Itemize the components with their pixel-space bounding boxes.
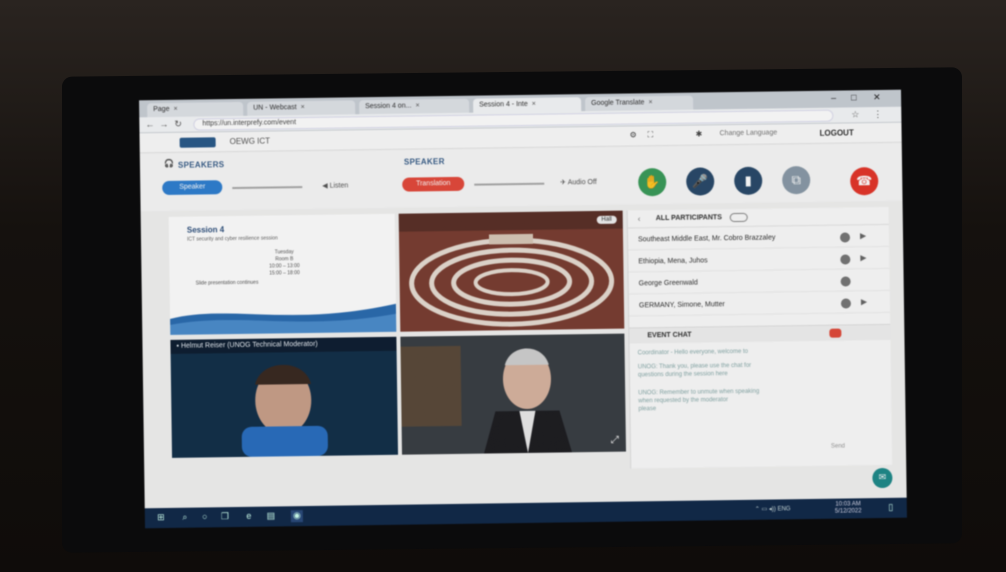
assembly-hall-video: Hall [398, 210, 625, 332]
cortana-icon[interactable]: ○ [199, 511, 211, 523]
event-title: OEWG ICT [229, 136, 271, 147]
folder-icon[interactable]: ▤ [265, 510, 277, 522]
browser-tab[interactable]: UN - Webcast × [247, 100, 356, 116]
chat-bubble-button[interactable]: ✉ [872, 467, 893, 489]
audio-off-button[interactable]: ✈ Audio Off [560, 178, 597, 187]
edge-icon[interactable]: e [243, 511, 255, 523]
chat-header[interactable]: EVENT CHAT [629, 323, 891, 344]
browser-tab[interactable]: Session 4 on... × [359, 98, 470, 115]
chat-message: when requested by the moderator [638, 397, 729, 405]
chrome-icon[interactable]: ◉ [290, 510, 303, 523]
task-view-icon[interactable]: ❐ [219, 511, 231, 523]
hand-icon: ✋ [644, 174, 661, 190]
microphone-icon: 🎤 [692, 173, 709, 189]
chat-message: please [638, 406, 657, 413]
screen-share-icon: ⧉ [791, 172, 801, 188]
status-icon [840, 254, 851, 265]
close-icon[interactable]: × [532, 101, 536, 108]
slide-body: Tuesday Room B 10:00 – 13:00 15:00 – 18:… [269, 249, 300, 277]
fullscreen-icon[interactable]: ⛶ [648, 130, 654, 140]
panel-header: ‹ ALL PARTICIPANTS [627, 206, 889, 229]
minimize-button[interactable]: – [831, 93, 836, 103]
search-icon[interactable]: ⌕ [179, 512, 191, 524]
participant-video: ⤢ [400, 333, 627, 455]
chat-message: UNOG: Remember to unmute when speaking [638, 388, 760, 397]
status-icon [839, 232, 851, 243]
app-logo [179, 137, 216, 148]
hall-image [398, 210, 625, 332]
participants-toggle[interactable] [729, 212, 748, 223]
hall-view-button[interactable]: Hall [596, 215, 617, 224]
reload-icon[interactable]: ↻ [174, 119, 182, 130]
settings-icon[interactable]: ⚙ [630, 130, 637, 139]
participant-row[interactable]: George Greenwald [628, 270, 890, 295]
browser-tab-active[interactable]: Session 4 - Inte × [473, 97, 582, 113]
translation-volume-slider[interactable] [474, 182, 545, 186]
volume-slider[interactable] [232, 186, 303, 190]
play-icon[interactable]: ▶ [860, 253, 866, 262]
close-icon[interactable]: × [415, 102, 419, 109]
play-icon[interactable]: ▶ [860, 231, 866, 240]
slide-title: Session 4 [186, 225, 225, 235]
status-icon [840, 298, 852, 309]
star-icon[interactable]: ☆ [851, 109, 859, 120]
clock[interactable]: 10:03 AM 5/12/2022 [835, 501, 862, 515]
participant-row[interactable]: Southeast Middle East, Mr. Cobro Brazzal… [627, 226, 890, 251]
listen-button[interactable]: ◀ Listen [322, 181, 348, 189]
speakers-label: SPEAKERS [177, 160, 225, 170]
logout-button[interactable]: LOGOUT [820, 128, 854, 137]
control-bar: 🎧 SPEAKERS Speaker ◀ Listen SPEAKER Tran… [139, 142, 903, 212]
forward-icon[interactable]: → [159, 119, 168, 129]
browser-menu-icon[interactable]: ⋮ [873, 109, 882, 120]
speaker-select-button[interactable]: Speaker [162, 180, 223, 196]
slide-bullet: Slide presentation continues [195, 279, 259, 287]
notifications-icon[interactable]: ▯ [885, 502, 897, 514]
system-tray[interactable]: ⌃ ▭ ◂)) ENG [755, 505, 791, 512]
close-window-button[interactable]: ✕ [873, 92, 881, 103]
participants-panel: ‹ ALL PARTICIPANTS Southeast Middle East… [626, 206, 893, 469]
hand-raise-button[interactable]: ✋ [638, 167, 667, 197]
expand-icon[interactable]: ⤢ [611, 435, 619, 446]
participant-row[interactable]: Ethiopia, Mena, Juhos ▶ [628, 248, 890, 273]
close-icon[interactable]: × [648, 99, 652, 106]
chat-title: EVENT CHAT [647, 331, 692, 340]
participant-row[interactable]: GERMANY, Simone, Mutter ▶ [628, 292, 891, 317]
participant-image [170, 336, 399, 458]
camera-button[interactable]: ▮ [734, 166, 763, 196]
panel-title: ALL PARTICIPANTS [655, 214, 722, 223]
back-icon[interactable]: ← [145, 119, 154, 129]
translation-select-button[interactable]: Translation [402, 176, 465, 192]
maximize-button[interactable]: □ [851, 92, 857, 102]
participant-video: ▪ Helmut Reiser (UNOG Technical Moderato… [170, 336, 399, 458]
participant-image [400, 333, 627, 455]
browser-tab[interactable]: Page × [147, 101, 244, 118]
status-icon [840, 276, 851, 287]
monitor-screen: Page × UN - Webcast × Session 4 on... × Ses… [139, 89, 907, 529]
chat-send-button[interactable]: Send [831, 444, 845, 450]
phone-icon: ☎ [856, 173, 873, 189]
headphones-icon: 🎧 [163, 158, 175, 168]
chat-message: UNOG: Thank you, please use the chat for [637, 362, 752, 371]
gear-icon[interactable]: ✱ [696, 129, 703, 138]
chat-message: questions during the session here [637, 371, 728, 379]
play-icon[interactable]: ▶ [861, 297, 867, 306]
chat-icon: ✉ [878, 471, 887, 483]
chat-message: Coordinator - Hello everyone, welcome to [637, 348, 749, 357]
chat-unread-badge [829, 328, 842, 338]
close-icon[interactable]: × [301, 104, 305, 111]
speech-label: SPEAKER [403, 157, 445, 167]
browser-tab[interactable]: Google Translate × [585, 95, 694, 112]
close-icon[interactable]: × [173, 106, 177, 113]
microphone-button[interactable]: 🎤 [686, 167, 715, 196]
hangup-button[interactable]: ☎ [850, 167, 879, 196]
language-link[interactable]: Change Language [720, 129, 778, 137]
screen-share-button[interactable]: ⧉ [782, 165, 811, 195]
camera-icon: ▮ [744, 172, 752, 188]
chevron-left-icon[interactable]: ‹ [638, 214, 641, 223]
start-icon[interactable]: ⊞ [155, 512, 167, 524]
presentation-slide: Session 4 ICT security and cyber resilie… [168, 213, 397, 335]
slide-subtitle: ICT security and cyber resilience sessio… [186, 235, 278, 243]
slide-decoration [170, 303, 397, 335]
